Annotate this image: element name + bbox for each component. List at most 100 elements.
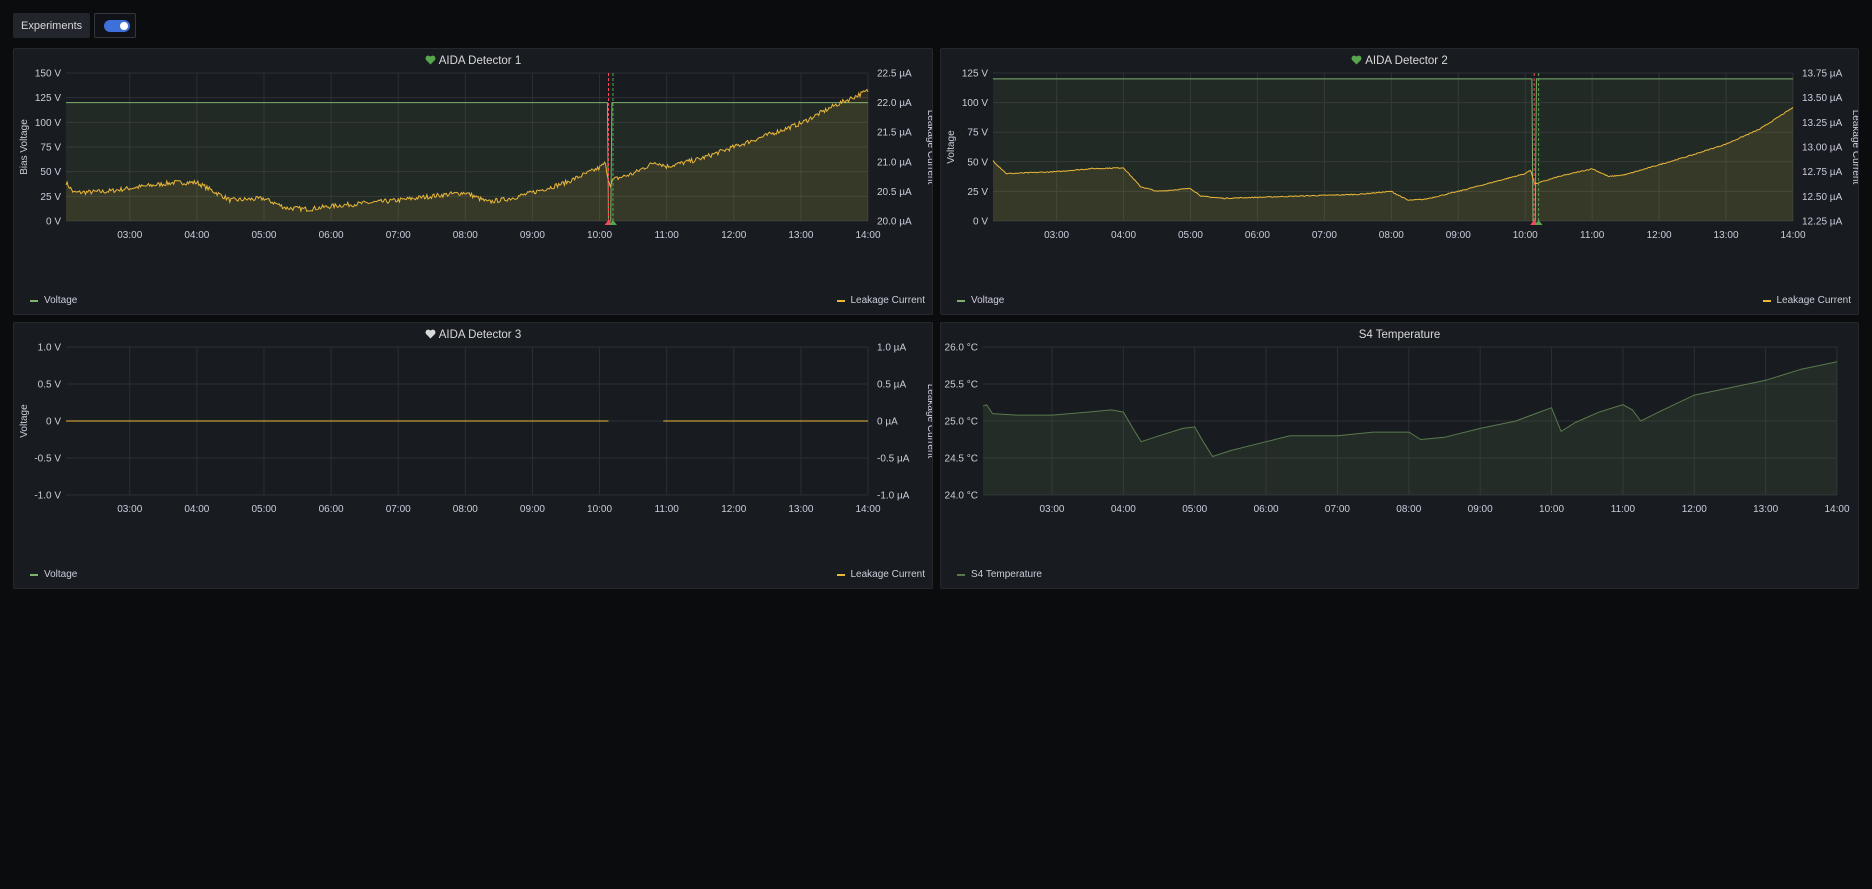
x-tick-label: 11:00 bbox=[655, 230, 680, 241]
y-tick-label-left: 75 V bbox=[967, 128, 988, 139]
legend-label: Voltage bbox=[44, 295, 78, 306]
panel-aida-detector-1[interactable]: AIDA Detector 1 0 V 25 V 50 V 75 V 100 V 125 … bbox=[13, 48, 933, 315]
experiments-toggle[interactable] bbox=[94, 13, 137, 38]
y-tick-label-left: 0.5 V bbox=[38, 380, 62, 391]
chart-area[interactable]: 0 V 25 V 50 V 75 V 100 V 125 V 03:00 04:00 05:00… bbox=[941, 49, 1859, 315]
x-tick-label: 14:00 bbox=[855, 230, 880, 241]
y-tick-label-right: -1.0 µA bbox=[877, 491, 910, 502]
y-tick-label-right: 13.25 µA bbox=[1802, 118, 1843, 129]
panel-aida-detector-3[interactable]: AIDA Detector 3 -1.0 V -0.5 V0 V 0.5 V 1.0 … bbox=[13, 322, 933, 589]
y-tick-label-right: 13.50 µA bbox=[1802, 93, 1843, 104]
x-tick-label: 06:00 bbox=[1254, 504, 1279, 515]
y-axis-label-right: Leakage Current bbox=[925, 110, 933, 185]
y-tick-label-right: 12.50 µA bbox=[1802, 192, 1843, 203]
y-tick-label-left: 0 V bbox=[973, 217, 988, 228]
chart-area[interactable]: -1.0 V -0.5 V 0 V 0.5 V 1.0 V 03:00 04:00 05:00… bbox=[14, 323, 933, 589]
y-tick-label-left: 0 V bbox=[46, 217, 61, 228]
toggle-knob bbox=[120, 22, 129, 30]
x-tick-label: 09:00 bbox=[520, 230, 545, 241]
legend-item-leakage-current[interactable]: Leakage Current bbox=[836, 295, 926, 306]
y-tick-label-left: 125 V bbox=[35, 93, 61, 104]
y-tick-label-left: 24.5 °C bbox=[945, 454, 978, 465]
dashboard-variables-bar: Experiments bbox=[13, 13, 137, 38]
panel-aida-detector-2[interactable]: AIDA Detector 2 0 V 25 V 50 V 75 V 100 V 125 … bbox=[940, 48, 1859, 315]
x-tick-label: 13:00 bbox=[1753, 504, 1778, 515]
x-tick-label: 10:00 bbox=[1513, 230, 1538, 241]
legend-label: Leakage Current bbox=[850, 295, 926, 306]
legend-item-voltage[interactable]: Voltage bbox=[957, 295, 1004, 306]
x-tick-label: 12:00 bbox=[721, 230, 746, 241]
x-tick-label: 04:00 bbox=[1111, 230, 1136, 241]
x-tick-label: 03:00 bbox=[1039, 504, 1064, 515]
legend-label: Leakage Current bbox=[850, 569, 926, 580]
y-axis-label-right: Leakage Current bbox=[1850, 110, 1859, 185]
legend-label: Leakage Current bbox=[1776, 295, 1852, 306]
y-tick-label-left: 150 V bbox=[35, 69, 61, 80]
x-tick-label: 08:00 bbox=[453, 504, 478, 515]
y-tick-label-left: 50 V bbox=[967, 157, 988, 168]
x-tick-label: 12:00 bbox=[1682, 504, 1707, 515]
x-tick-label: 12:00 bbox=[721, 504, 746, 515]
x-tick-label: 07:00 bbox=[386, 504, 411, 515]
y-tick-label-left: 75 V bbox=[40, 143, 61, 154]
y-tick-label-left: 25.0 °C bbox=[945, 417, 978, 428]
legend-swatch bbox=[957, 299, 965, 302]
x-tick-label: 10:00 bbox=[1539, 504, 1564, 515]
x-tick-label: 05:00 bbox=[251, 504, 276, 515]
x-tick-label: 03:00 bbox=[117, 504, 142, 515]
y-tick-label-right: 22.0 µA bbox=[877, 98, 912, 109]
y-tick-label-right: 20.5 µA bbox=[877, 187, 912, 198]
legend-label: S4 Temperature bbox=[971, 569, 1042, 580]
toggle-switch[interactable] bbox=[104, 20, 131, 32]
y-tick-label-left: 25 V bbox=[40, 192, 61, 203]
x-tick-label: 11:00 bbox=[1580, 230, 1605, 241]
y-tick-label-right: 22.5 µA bbox=[877, 69, 912, 80]
y-tick-label-left: 100 V bbox=[35, 118, 61, 129]
y-axis-label-left: Voltage bbox=[946, 130, 957, 164]
y-tick-label-left: -0.5 V bbox=[34, 454, 61, 465]
x-tick-label: 06:00 bbox=[1245, 230, 1270, 241]
legend-swatch bbox=[957, 573, 965, 576]
x-tick-label: 13:00 bbox=[788, 504, 813, 515]
y-tick-label-left: 50 V bbox=[40, 167, 61, 178]
x-tick-label: 04:00 bbox=[184, 504, 209, 515]
x-tick-label: 12:00 bbox=[1647, 230, 1672, 241]
y-tick-label-right: 21.0 µA bbox=[877, 157, 912, 168]
x-tick-label: 07:00 bbox=[386, 230, 411, 241]
y-tick-label-right: 13.75 µA bbox=[1802, 69, 1843, 80]
x-tick-label: 06:00 bbox=[319, 504, 344, 515]
legend-swatch bbox=[30, 573, 38, 576]
y-tick-label-right: -0.5 µA bbox=[877, 454, 910, 465]
legend-item-leakage-current[interactable]: Leakage Current bbox=[1762, 295, 1852, 306]
legend-label: Voltage bbox=[971, 295, 1005, 306]
y-tick-label-left: 0 V bbox=[46, 417, 61, 428]
y-tick-label-left: 1.0 V bbox=[38, 343, 62, 354]
legend-item-voltage[interactable]: Voltage bbox=[30, 295, 77, 306]
x-tick-label: 10:00 bbox=[587, 504, 612, 515]
x-tick-label: 10:00 bbox=[587, 230, 612, 241]
x-tick-label: 05:00 bbox=[1182, 504, 1207, 515]
y-tick-label-left: 25.5 °C bbox=[945, 380, 978, 391]
y-tick-label-right: 12.75 µA bbox=[1802, 167, 1843, 178]
x-tick-label: 14:00 bbox=[1780, 230, 1805, 241]
chart-area[interactable]: 0 V 25 V 50 V 75 V 100 V 125 V 150 V 03:00 04:00… bbox=[14, 49, 933, 315]
y-tick-label-right: 13.00 µA bbox=[1802, 143, 1843, 154]
y-tick-label-left: 24.0 °C bbox=[945, 491, 978, 502]
y-tick-label-right: 0.5 µA bbox=[877, 380, 906, 391]
y-tick-label-right: 20.0 µA bbox=[877, 217, 912, 228]
y-tick-label-left: 26.0 °C bbox=[945, 343, 978, 354]
x-tick-label: 13:00 bbox=[1714, 230, 1739, 241]
x-tick-label: 11:00 bbox=[1611, 504, 1636, 515]
x-tick-label: 07:00 bbox=[1325, 504, 1350, 515]
x-tick-label: 11:00 bbox=[655, 504, 680, 515]
x-tick-label: 08:00 bbox=[1379, 230, 1404, 241]
legend-item-leakage-current[interactable]: Leakage Current bbox=[836, 569, 926, 580]
panel-s4-temperature[interactable]: S4 Temperature 24.0 °C 24.5 °C 25.0 °C 25.5… bbox=[940, 322, 1859, 589]
y-tick-label-right: 0 µA bbox=[877, 417, 898, 428]
legend-item-voltage[interactable]: Voltage bbox=[30, 569, 77, 580]
legend-item-s4-temperature[interactable]: S4 Temperature bbox=[957, 569, 1042, 580]
x-tick-label: 09:00 bbox=[520, 504, 545, 515]
chart-area[interactable]: 24.0 °C 24.5 °C 25.0 °C 25.5 °C 26.0 °C 03:00… bbox=[941, 323, 1859, 589]
y-axis-label-left: Voltage bbox=[19, 404, 30, 438]
x-tick-label: 06:00 bbox=[319, 230, 344, 241]
